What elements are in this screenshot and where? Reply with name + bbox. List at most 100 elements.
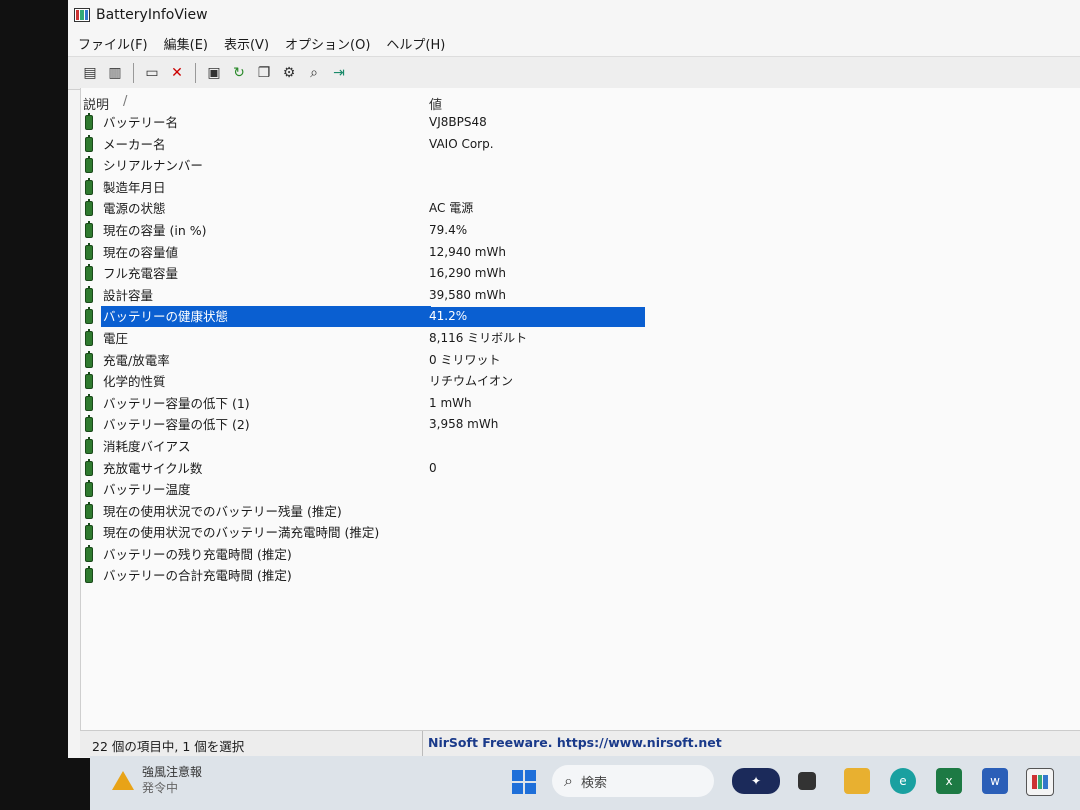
table-row[interactable]: バッテリー温度 bbox=[81, 479, 1080, 501]
sort-indicator: / bbox=[123, 94, 128, 109]
row-description: フル充電容量 bbox=[103, 266, 179, 282]
table-row[interactable]: バッテリーの残り充電時間 (推定) bbox=[81, 544, 1080, 566]
row-description: 製造年月日 bbox=[103, 179, 166, 195]
row-value: 16,290 mWh bbox=[429, 266, 506, 281]
find-icon[interactable]: ⌕ bbox=[304, 63, 324, 83]
copy-icon[interactable]: ❐ bbox=[254, 63, 274, 83]
table-row[interactable]: バッテリー容量の低下 (1) 1 mWh bbox=[81, 393, 1080, 415]
table-row[interactable]: メーカー名 VAIO Corp. bbox=[81, 134, 1080, 156]
table-row[interactable]: 充放電サイクル数 0 bbox=[81, 458, 1080, 480]
table-row[interactable]: バッテリー容量の低下 (2) 3,958 mWh bbox=[81, 414, 1080, 436]
row-value: 1 mWh bbox=[429, 395, 472, 410]
row-description: 消耗度バイアス bbox=[103, 438, 191, 454]
exit-icon[interactable]: ⇥ bbox=[329, 63, 349, 83]
table-row[interactable]: 電圧 8,116 ミリボルト bbox=[81, 328, 1080, 350]
window-title: BatteryInfoView bbox=[96, 7, 208, 23]
taskbar: 強風注意報 発令中 ⌕ 検索 ✦ e x w bbox=[90, 756, 1080, 810]
battery-icon bbox=[85, 285, 93, 303]
menu-view[interactable]: 表示(V) bbox=[224, 34, 269, 53]
row-value: 41.2% bbox=[429, 309, 468, 324]
menu-help[interactable]: ヘルプ(H) bbox=[386, 34, 445, 53]
row-value: 3,958 mWh bbox=[429, 417, 499, 432]
table-row-selected[interactable]: バッテリーの健康状態 41.2% bbox=[81, 306, 1080, 328]
windows-start-icon[interactable] bbox=[512, 770, 536, 794]
column-description[interactable]: 説明 bbox=[83, 94, 109, 113]
battery-icon bbox=[85, 220, 93, 238]
table-row[interactable]: 化学的性質 リチウムイオン bbox=[81, 371, 1080, 393]
battery-icon bbox=[85, 372, 93, 390]
status-bar: 22 個の項目中, 1 個を選択 NirSoft Freeware. https… bbox=[80, 730, 1080, 757]
row-value: 12,940 mWh bbox=[429, 244, 506, 259]
row-value: AC 電源 bbox=[429, 201, 474, 216]
status-divider bbox=[422, 731, 423, 757]
widgets-icon[interactable]: ✦ bbox=[732, 768, 780, 794]
row-description: 化学的性質 bbox=[103, 374, 166, 390]
row-description: 充電/放電率 bbox=[103, 352, 170, 368]
warning-icon bbox=[112, 770, 134, 790]
battery-icon bbox=[85, 480, 93, 498]
column-value[interactable]: 値 bbox=[429, 94, 442, 113]
row-value: VJ8BPS48 bbox=[429, 115, 487, 129]
table-row[interactable]: 電源の状態 AC 電源 bbox=[81, 198, 1080, 220]
row-description: 現在の容量 (in %) bbox=[103, 222, 207, 238]
properties-icon[interactable]: ▭ bbox=[142, 63, 162, 83]
battery-icon bbox=[85, 523, 93, 541]
word-icon[interactable]: w bbox=[982, 768, 1008, 794]
table-row[interactable]: 現在の使用状況でのバッテリー残量 (推定) bbox=[81, 501, 1080, 523]
table-row[interactable]: 現在の容量 (in %) 79.4% bbox=[81, 220, 1080, 242]
app-window: BatteryInfoView ファイル(F) 編集(E) 表示(V) オプショ… bbox=[68, 0, 1080, 758]
column-header: 説明 / 値 bbox=[81, 88, 1080, 113]
row-description: 設計容量 bbox=[103, 287, 154, 303]
nirsoft-link[interactable]: NirSoft Freeware. https://www.nirsoft.ne… bbox=[428, 735, 722, 750]
weather-widget[interactable]: 強風注意報 発令中 bbox=[112, 764, 202, 796]
row-description: 電圧 bbox=[103, 330, 129, 346]
search-placeholder: 検索 bbox=[580, 775, 607, 791]
battery-icon bbox=[85, 177, 93, 195]
excel-icon[interactable]: x bbox=[936, 768, 962, 794]
taskbar-search[interactable]: ⌕ 検索 bbox=[552, 765, 714, 797]
battery-icon bbox=[85, 307, 93, 325]
table-row[interactable]: 製造年月日 bbox=[81, 177, 1080, 199]
battery-info-list[interactable]: 説明 / 値 バッテリー名 VJ8BPS48 メーカー名 VAIO Corp. シリアル… bbox=[80, 88, 1080, 730]
table-row[interactable]: バッテリーの合計充電時間 (推定) bbox=[81, 565, 1080, 587]
row-value: 0 bbox=[429, 460, 437, 475]
batteryinfoview-taskbar-icon[interactable] bbox=[1026, 768, 1054, 796]
html-report-icon[interactable]: ▤ bbox=[80, 63, 100, 83]
battery-icon bbox=[85, 350, 93, 368]
row-value: リチウムイオン bbox=[429, 374, 514, 389]
table-row[interactable]: 充電/放電率 0 ミリワット bbox=[81, 350, 1080, 372]
row-description: 充放電サイクル数 bbox=[103, 460, 203, 476]
table-row[interactable]: 現在の使用状況でのバッテリー満充電時間 (推定) bbox=[81, 522, 1080, 544]
battery-icon bbox=[85, 393, 93, 411]
table-row[interactable]: フル充電容量 16,290 mWh bbox=[81, 263, 1080, 285]
menu-bar: ファイル(F) 編集(E) 表示(V) オプション(O) ヘルプ(H) bbox=[68, 30, 1080, 56]
battery-icon bbox=[85, 264, 93, 282]
table-row[interactable]: 消耗度バイアス bbox=[81, 436, 1080, 458]
row-description: バッテリー名 bbox=[103, 115, 179, 130]
table-row[interactable]: シリアルナンバー bbox=[81, 155, 1080, 177]
menu-file[interactable]: ファイル(F) bbox=[78, 34, 148, 53]
refresh-icon[interactable]: ↻ bbox=[229, 63, 249, 83]
task-view-icon[interactable] bbox=[798, 772, 816, 790]
options-icon[interactable]: ⚙ bbox=[279, 63, 299, 83]
title-bar[interactable]: BatteryInfoView bbox=[68, 0, 1080, 30]
row-description: バッテリーの健康状態 bbox=[103, 309, 229, 325]
table-row[interactable]: バッテリー名 VJ8BPS48 bbox=[81, 112, 1080, 134]
menu-edit[interactable]: 編集(E) bbox=[164, 34, 208, 53]
edge-browser-icon[interactable]: e bbox=[890, 768, 916, 794]
save-icon[interactable]: ▣ bbox=[204, 63, 224, 83]
row-value: 8,116 ミリボルト bbox=[429, 330, 528, 345]
row-description: シリアルナンバー bbox=[103, 158, 203, 174]
row-description: バッテリーの合計充電時間 (推定) bbox=[103, 568, 292, 584]
text-view-icon[interactable]: ▥ bbox=[105, 63, 125, 83]
table-row[interactable]: 現在の容量値 12,940 mWh bbox=[81, 242, 1080, 264]
menu-options[interactable]: オプション(O) bbox=[285, 34, 370, 53]
file-explorer-icon[interactable] bbox=[844, 768, 870, 794]
battery-icon bbox=[85, 501, 93, 519]
table-row[interactable]: 設計容量 39,580 mWh bbox=[81, 285, 1080, 307]
toolbar-divider bbox=[195, 63, 196, 83]
delete-icon[interactable]: ✕ bbox=[167, 63, 187, 83]
app-icon bbox=[74, 8, 90, 22]
battery-icon bbox=[85, 458, 93, 476]
weather-alert-title: 強風注意報 bbox=[142, 765, 203, 779]
